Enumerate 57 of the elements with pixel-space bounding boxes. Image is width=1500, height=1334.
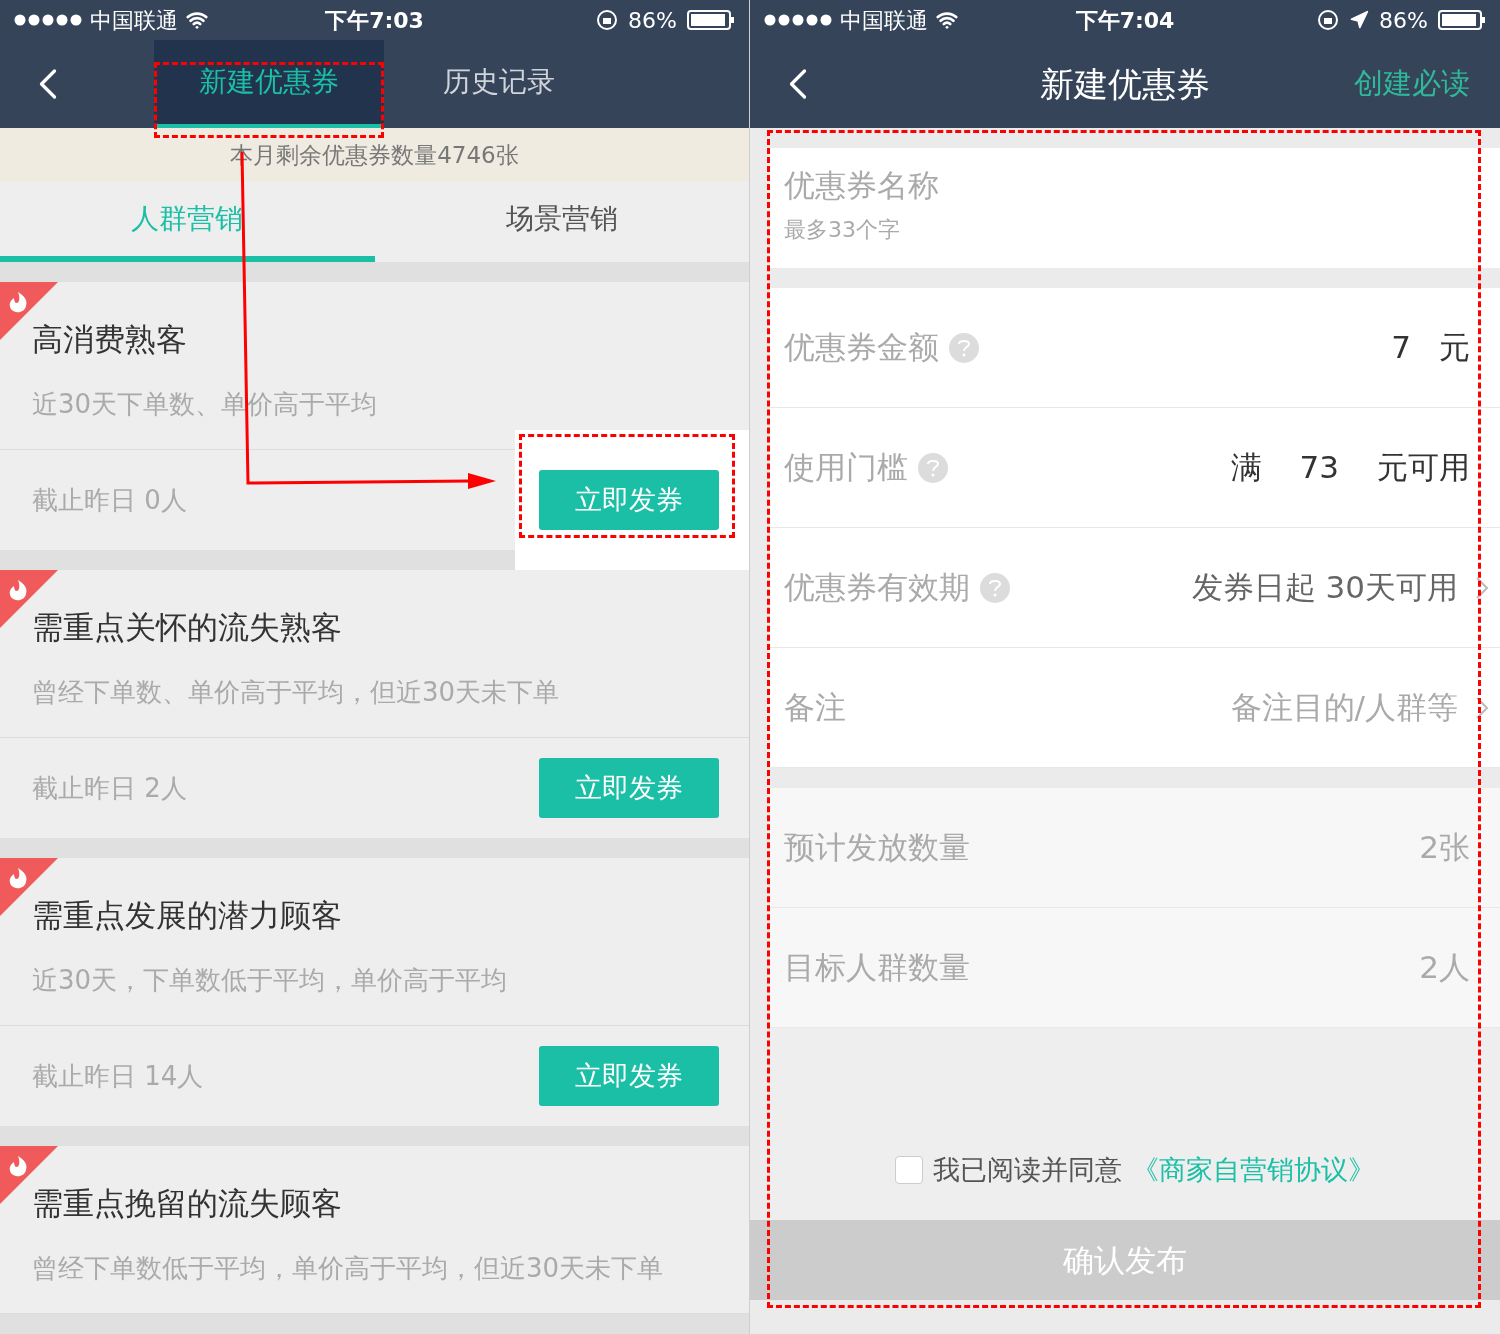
- info-value: 2张: [1419, 828, 1470, 868]
- group-description: 曾经下单数、单价高于平均，但近30天未下单: [32, 675, 561, 709]
- issue-coupon-button[interactable]: 立即发券: [539, 470, 719, 530]
- battery-percent: 86%: [1379, 6, 1428, 35]
- threshold-input[interactable]: 73: [1299, 444, 1339, 491]
- signal-icon: [14, 14, 82, 26]
- battery-percent: 86%: [628, 6, 677, 35]
- rotation-lock-icon: [596, 9, 619, 31]
- group-title: 需重点挽留的流失顾客: [32, 1184, 343, 1223]
- field-label: 优惠券有效期: [784, 568, 970, 608]
- issue-coupon-button[interactable]: 立即发券: [539, 1046, 719, 1106]
- chevron-right-icon: [1476, 696, 1488, 719]
- group-description: 近30天，下单数低于平均，单价高于平均: [32, 963, 509, 997]
- location-icon: [1349, 10, 1370, 30]
- coupon-name-input[interactable]: 最多33个字: [784, 212, 1184, 246]
- battery-icon: [1438, 10, 1486, 30]
- info-label: 目标人群数量: [784, 948, 970, 988]
- agreement-link[interactable]: 《商家自营销协议》: [1132, 1149, 1375, 1190]
- agreement-checkbox[interactable]: [895, 1155, 923, 1184]
- carrier-name: 中国联通: [840, 6, 928, 35]
- prefix-label: 满: [1230, 448, 1262, 488]
- chevron-right-icon: [1476, 576, 1488, 599]
- field-label: 备注: [784, 688, 846, 728]
- info-value: 2人: [1419, 948, 1470, 988]
- battery-icon: [687, 10, 735, 30]
- field-label: 使用门槛: [784, 448, 908, 488]
- field-label: 优惠券名称: [784, 166, 940, 205]
- status-time: 下午7:03: [325, 6, 424, 35]
- select-value[interactable]: 发券日起 30天可用: [1191, 564, 1458, 611]
- carrier-name: 中国联通: [90, 6, 178, 35]
- customer-count: 截止昨日 0人: [32, 483, 187, 517]
- wifi-icon: [186, 9, 208, 31]
- rotation-lock-icon: [1317, 9, 1340, 31]
- group-title: 需重点关怀的流失熟客: [32, 608, 343, 647]
- help-icon[interactable]: [980, 572, 1010, 603]
- nav-tab[interactable]: 历史记录: [384, 40, 614, 128]
- help-icon[interactable]: [949, 332, 979, 363]
- help-icon[interactable]: [918, 452, 948, 483]
- amount-input[interactable]: 7: [1391, 324, 1411, 371]
- customer-count: 截止昨日 2人: [32, 771, 187, 805]
- guide-link[interactable]: 创建必读: [1354, 62, 1470, 106]
- group-description: 曾经下单数低于平均，单价高于平均，但近30天未下单: [32, 1251, 665, 1285]
- issue-coupon-button[interactable]: 立即发券: [539, 758, 719, 818]
- suffix-label: 元可用: [1377, 448, 1470, 488]
- info-label: 预计发放数量: [784, 828, 970, 868]
- group-title: 需重点发展的潜力顾客: [32, 896, 343, 935]
- customer-count: 截止昨日 14人: [32, 1059, 204, 1093]
- field-label: 优惠券金额: [784, 328, 939, 368]
- segment-tab[interactable]: 场景营销: [374, 182, 749, 262]
- group-title: 高消费熟客: [32, 320, 188, 359]
- select-placeholder[interactable]: 备注目的/人群等: [1230, 684, 1458, 731]
- unit-label: 元: [1439, 328, 1470, 368]
- signal-icon: [764, 14, 832, 26]
- status-time: 下午7:04: [1075, 6, 1175, 35]
- agreement-text: 我已阅读并同意: [933, 1152, 1122, 1187]
- page-title: 新建优惠券: [1040, 62, 1210, 106]
- wifi-icon: [936, 9, 958, 31]
